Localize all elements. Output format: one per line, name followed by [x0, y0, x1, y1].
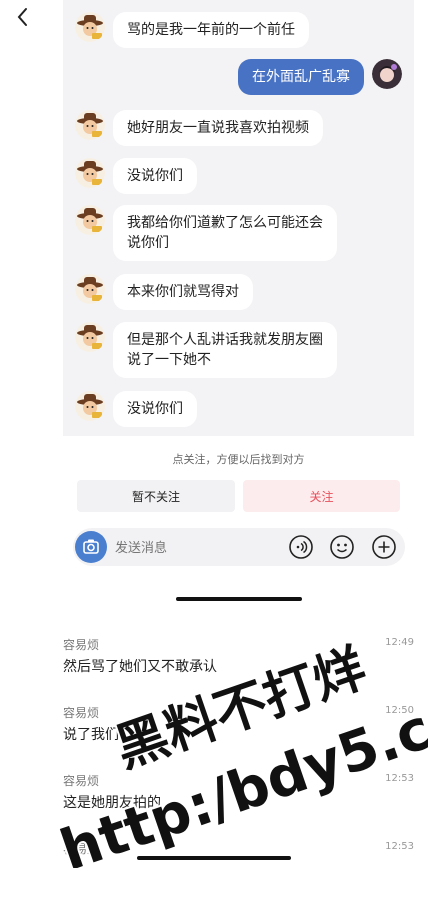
chat-message: 但是那个人乱讲话我就发朋友圈 说了一下她不 — [75, 322, 337, 378]
message-input[interactable] — [113, 537, 287, 559]
avatar[interactable] — [75, 205, 105, 235]
message-bubble[interactable]: 本来你们就骂得对 — [113, 274, 253, 310]
comment-item[interactable]: 容易烦 12:53 这是她朋友拍的 — [63, 772, 414, 834]
user-avatar-icon — [372, 59, 402, 89]
back-button[interactable] — [14, 6, 32, 28]
avatar[interactable] — [75, 110, 105, 140]
emoji-button[interactable] — [329, 534, 355, 560]
plus-button[interactable] — [371, 534, 397, 560]
avatar[interactable] — [75, 391, 105, 421]
comment-text: 然后骂了她们又不敢承认 — [63, 659, 217, 675]
message-composer — [73, 528, 405, 566]
cowboy-avatar-icon — [75, 274, 105, 304]
message-bubble[interactable]: 在外面乱广乱寡 — [238, 59, 364, 95]
follow-prompt-panel: 点关注，方便以后找到对方 暂不关注 关注 — [63, 436, 414, 610]
message-bubble[interactable]: 但是那个人乱讲话我就发朋友圈 说了一下她不 — [113, 322, 337, 378]
cowboy-avatar-icon — [75, 12, 105, 42]
avatar[interactable] — [372, 59, 402, 89]
comment-author: 容易烦 — [63, 774, 100, 788]
comment-time: 12:53 — [385, 841, 414, 852]
cowboy-avatar-icon — [75, 322, 105, 352]
comment-author: 容易烦 — [63, 706, 100, 720]
chat-message: 骂的是我一年前的一个前任 — [75, 12, 309, 48]
message-bubble[interactable]: 骂的是我一年前的一个前任 — [113, 12, 309, 48]
camera-icon — [83, 539, 99, 554]
follow-tip: 点关注，方便以后找到对方 — [172, 453, 305, 466]
chat-message: 没说你们 — [75, 391, 197, 427]
emoji-icon — [330, 535, 354, 559]
message-bubble[interactable]: 没说你们 — [113, 158, 197, 194]
voice-button[interactable] — [288, 534, 314, 560]
chat-message: 在外面乱广乱寡 — [238, 59, 402, 95]
comment-text: 说了我们拍的 — [63, 727, 147, 743]
chat-message: 没说你们 — [75, 158, 197, 194]
home-indicator-bottom — [137, 856, 291, 860]
comment-author: 容易烦 — [63, 638, 100, 652]
chevron-left-icon — [17, 8, 27, 26]
voice-icon — [289, 535, 313, 559]
comment-time: 12:49 — [385, 637, 414, 648]
avatar[interactable] — [75, 158, 105, 188]
cowboy-avatar-icon — [75, 205, 105, 235]
chat-message: 本来你们就骂得对 — [75, 274, 253, 310]
plus-icon — [372, 535, 396, 559]
comment-item[interactable]: 容易烦 12:49 然后骂了她们又不敢承认 — [63, 636, 414, 698]
follow-button[interactable]: 关注 — [243, 480, 400, 512]
comment-time: 12:53 — [385, 773, 414, 784]
chat-area: 骂的是我一年前的一个前任 在外面乱广乱寡 她好朋友一直说我喜欢拍视频 没说你们 我都给你… — [63, 0, 414, 436]
chat-message: 我都给你们道歉了怎么可能还会 说你们 — [75, 205, 337, 261]
message-bubble[interactable]: 我都给你们道歉了怎么可能还会 说你们 — [113, 205, 337, 261]
cowboy-avatar-icon — [75, 110, 105, 140]
message-bubble[interactable]: 她好朋友一直说我喜欢拍视频 — [113, 110, 323, 146]
comment-item[interactable]: 容易烦 12:53 — [63, 840, 414, 902]
avatar[interactable] — [75, 12, 105, 42]
camera-button[interactable] — [75, 531, 107, 563]
cowboy-avatar-icon — [75, 158, 105, 188]
avatar[interactable] — [75, 322, 105, 352]
avatar[interactable] — [75, 274, 105, 304]
cowboy-avatar-icon — [75, 391, 105, 421]
decline-follow-button[interactable]: 暂不关注 — [77, 480, 235, 512]
comment-time: 12:50 — [385, 705, 414, 716]
chat-message: 她好朋友一直说我喜欢拍视频 — [75, 110, 323, 146]
comment-author: 容易烦 — [63, 842, 100, 856]
comment-text: 这是她朋友拍的 — [63, 795, 161, 811]
home-indicator — [176, 597, 302, 601]
comment-item[interactable]: 容易烦 12:50 说了我们拍的 — [63, 704, 414, 766]
message-bubble[interactable]: 没说你们 — [113, 391, 197, 427]
